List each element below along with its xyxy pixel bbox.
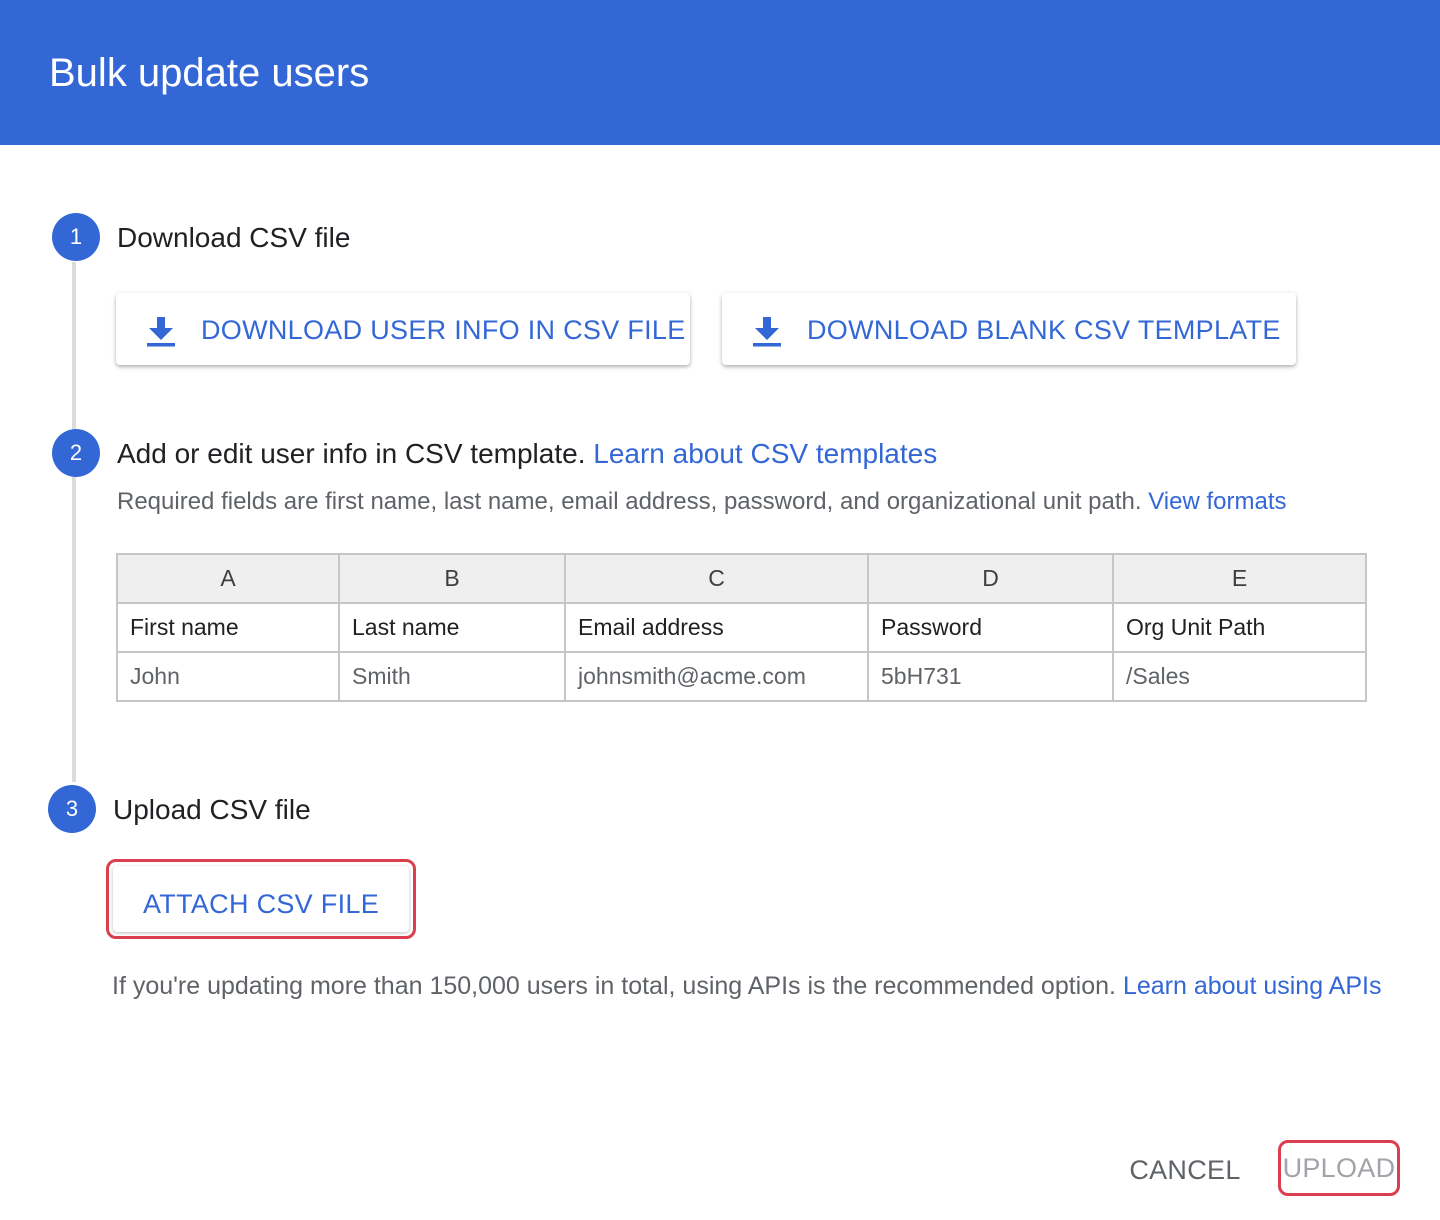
step-timeline-line [72,262,76,782]
table-cell: John [116,651,340,702]
download-blank-template-label: DOWNLOAD BLANK CSV TEMPLATE [807,315,1281,345]
table-cell: johnsmith@acme.com [564,651,869,702]
download-user-info-label: DOWNLOAD USER INFO IN CSV FILE [201,315,686,345]
step-1-number-badge: 1 [52,213,100,261]
download-icon [753,317,781,347]
attach-csv-file-button[interactable]: ATTACH CSV FILE [106,859,416,939]
upload-button[interactable]: UPLOAD [1278,1140,1400,1196]
table-header-cell: Org Unit Path [1112,602,1367,653]
table-cell: Smith [338,651,566,702]
dialog-header: Bulk update users [0,0,1440,145]
column-letter: C [564,553,869,604]
table-header-cell: First name [116,602,340,653]
learn-csv-templates-link[interactable]: Learn about CSV templates [593,438,937,469]
step-3-title: Upload CSV file [113,794,311,825]
step-2-number-badge: 2 [52,429,100,477]
column-letter: D [867,553,1114,604]
api-recommendation-note: If you're updating more than 150,000 use… [112,968,1392,1004]
step-2-description: Required fields are first name, last nam… [117,488,1142,515]
table-header-row: First name Last name Email address Passw… [116,602,1367,653]
step-2-description-line: Required fields are first name, last nam… [117,486,1287,518]
column-letter-row: A B C D E [116,553,1367,604]
cancel-button[interactable]: CANCEL [1120,1148,1250,1192]
download-user-info-button[interactable]: DOWNLOAD USER INFO IN CSV FILE [116,293,690,365]
step-2-heading: Add or edit user info in CSV template. L… [117,437,937,471]
bulk-update-dialog: Bulk update users 1 Download CSV file DO… [0,0,1440,1220]
table-header-cell: Last name [338,602,566,653]
table-cell: /Sales [1112,651,1367,702]
step-1-title: Download CSV file [117,222,351,253]
table-header-cell: Password [867,602,1114,653]
attach-csv-file-button-surface: ATTACH CSV FILE [113,866,409,932]
column-letter: B [338,553,566,604]
table-cell: 5bH731 [867,651,1114,702]
view-formats-link[interactable]: View formats [1148,488,1286,515]
step-2-title: Add or edit user info in CSV template. [117,438,586,469]
csv-example-table: A B C D E First name Last name Email add… [116,553,1367,702]
download-blank-template-button[interactable]: DOWNLOAD BLANK CSV TEMPLATE [722,293,1296,365]
column-letter: E [1112,553,1367,604]
download-icon [147,317,175,347]
step-3-number-badge: 3 [48,785,96,833]
attach-csv-file-label: ATTACH CSV FILE [142,889,380,919]
learn-about-apis-link[interactable]: Learn about using APIs [1123,972,1382,1000]
api-recommendation-text: If you're updating more than 150,000 use… [112,972,1116,1000]
column-letter: A [116,553,340,604]
dialog-title: Bulk update users [49,51,370,95]
table-header-cell: Email address [564,602,869,653]
upload-button-label: UPLOAD [1282,1153,1396,1183]
table-row: John Smith johnsmith@acme.com 5bH731 /Sa… [116,651,1367,702]
